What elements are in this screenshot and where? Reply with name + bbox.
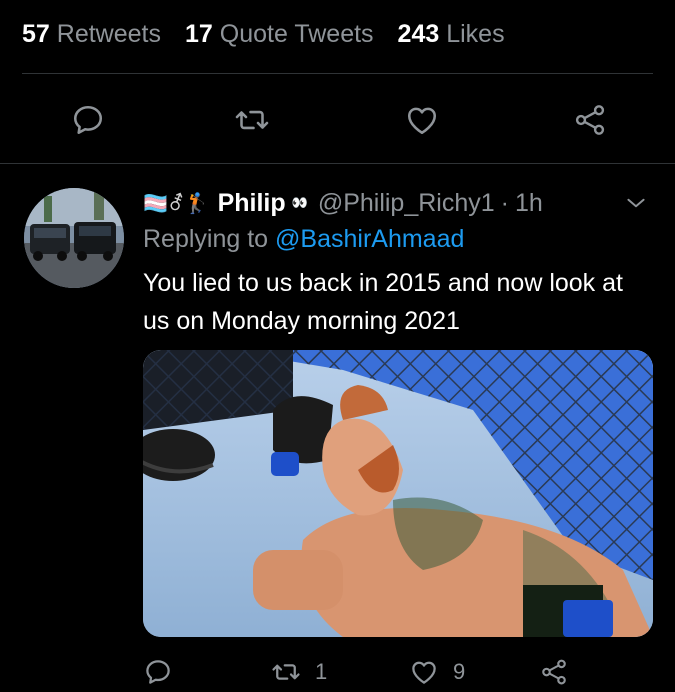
reply-icon <box>73 105 103 135</box>
likes-label: Likes <box>446 19 505 48</box>
quote-tweets-stat[interactable]: 17 Quote Tweets <box>185 20 374 49</box>
stats-divider <box>22 73 653 74</box>
like-button[interactable] <box>394 92 450 148</box>
tweet-retweet-button[interactable]: 1 <box>271 652 327 692</box>
retweets-count: 57 <box>22 19 50 48</box>
tweet-time[interactable]: 1h <box>515 189 543 218</box>
avatar-image <box>24 188 124 288</box>
user-handle[interactable]: @Philip_Richy1 <box>318 189 495 218</box>
retweet-icon <box>272 664 300 680</box>
replying-to: Replying to @BashirAhmaad <box>143 225 464 254</box>
retweet-count: 1 <box>315 659 328 684</box>
likes-count: 243 <box>397 19 440 48</box>
heart-icon <box>407 107 437 135</box>
reply-tweet[interactable]: 🏳️‍⚧️⚦🏌️ Philip 👀 @Philip_Richy1 · 1h Re… <box>0 166 675 691</box>
replying-to-mention[interactable]: @BashirAhmaad <box>275 225 464 253</box>
engagement-stats: 57 Retweets 17 Quote Tweets 243 Likes <box>22 14 529 54</box>
like-count: 9 <box>453 659 466 684</box>
actions-divider <box>0 163 675 164</box>
replying-to-label: Replying to <box>143 225 269 253</box>
tweet-action-bar <box>0 92 675 148</box>
avatar[interactable] <box>24 188 124 288</box>
tweet-like-button[interactable]: 9 <box>409 652 465 692</box>
photo-image <box>143 350 653 637</box>
reply-icon <box>146 660 170 684</box>
quote-tweets-label: Quote Tweets <box>219 19 374 48</box>
tweet-text: You lied to us back in 2015 and now look… <box>143 269 623 335</box>
tweet-header: 🏳️‍⚧️⚦🏌️ Philip 👀 @Philip_Richy1 · 1h <box>143 186 543 220</box>
more-options-button[interactable] <box>619 188 653 218</box>
share-icon <box>575 105 605 135</box>
chevron-down-icon <box>627 198 645 208</box>
retweets-stat[interactable]: 57 Retweets <box>22 20 161 49</box>
tweet-media-photo[interactable] <box>143 350 653 637</box>
share-button[interactable] <box>562 92 618 148</box>
retweet-button[interactable] <box>224 92 280 148</box>
quote-tweets-count: 17 <box>184 19 213 48</box>
retweets-label: Retweets <box>56 19 161 48</box>
tweet-share-button[interactable] <box>539 652 583 692</box>
retweet-icon <box>235 110 269 130</box>
reply-button[interactable] <box>60 92 116 148</box>
reply-tweet-actions: 1 9 <box>143 652 643 692</box>
dot-separator: · <box>500 188 509 217</box>
share-icon <box>542 659 566 685</box>
display-name[interactable]: Philip <box>218 189 286 218</box>
heart-icon <box>412 661 436 684</box>
name-emoji-prefix: 🏳️‍⚧️⚦🏌️ <box>143 192 210 215</box>
likes-stat[interactable]: 243 Likes <box>398 20 505 49</box>
tweet-reply-button[interactable] <box>143 652 187 692</box>
name-emoji-suffix: 👀 <box>291 195 308 210</box>
